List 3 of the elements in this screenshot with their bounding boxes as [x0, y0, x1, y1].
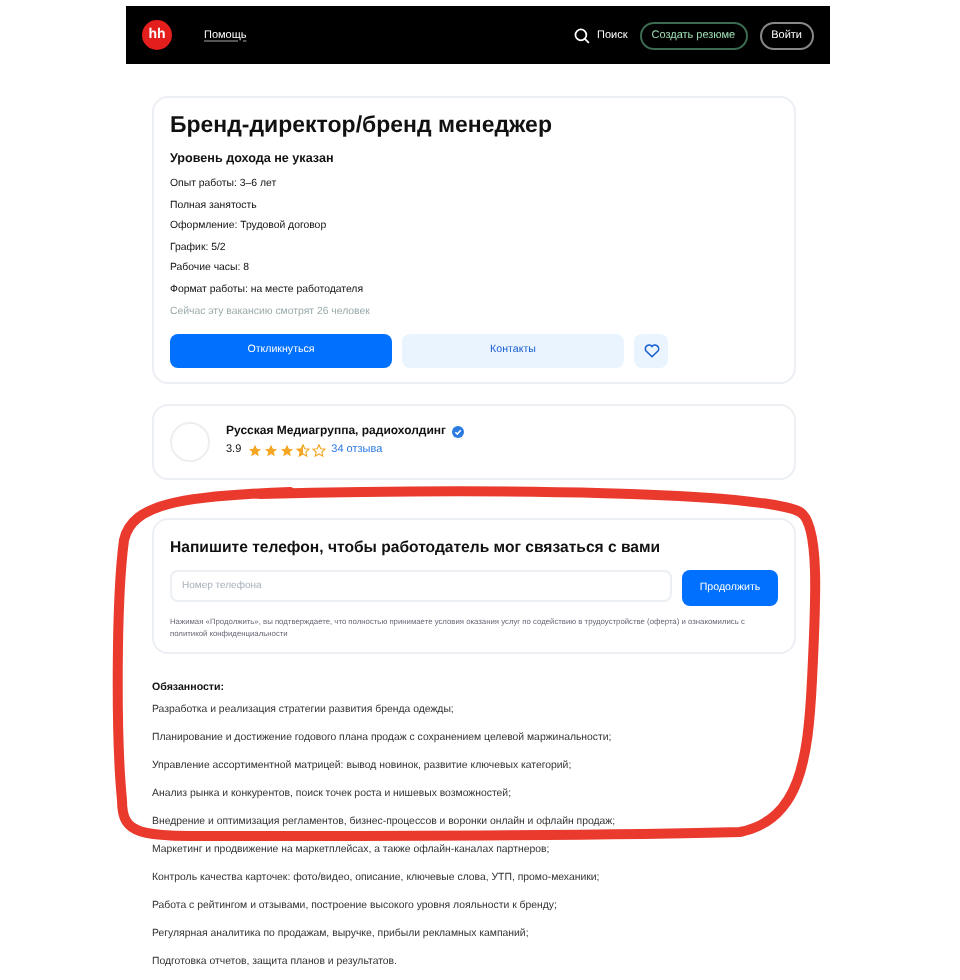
search-icon [574, 27, 591, 43]
vacancy-title: Бренд-директор/бренд менеджер [170, 114, 554, 138]
favorite-button[interactable] [634, 333, 668, 368]
